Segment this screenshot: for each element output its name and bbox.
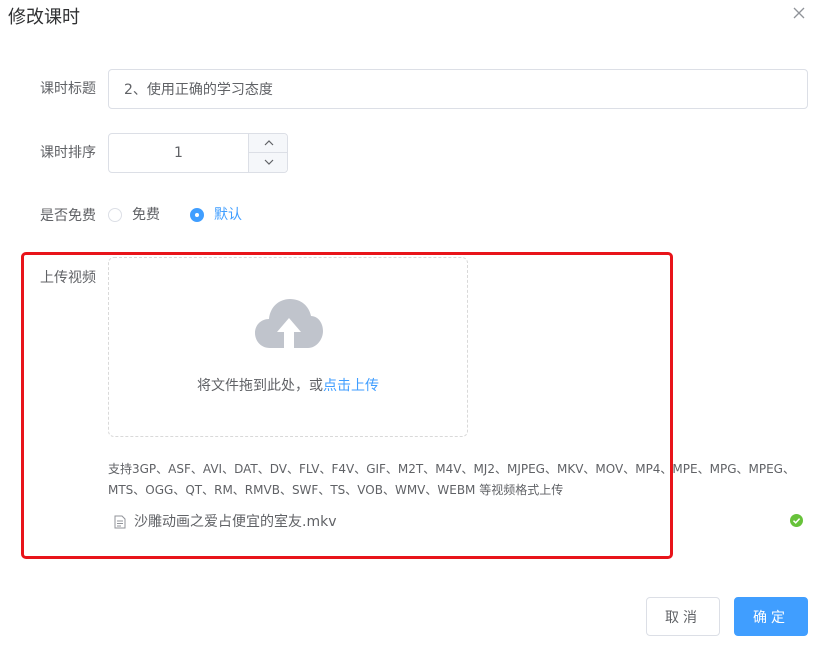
radio-free-label: 免费 [132, 207, 160, 223]
uploaded-file-item[interactable]: 沙雕动画之爱占便宜的室友.mkv [108, 508, 808, 534]
radio-default-label: 默认 [214, 207, 242, 223]
increase-button[interactable] [249, 134, 288, 153]
stepper-controls [248, 134, 288, 172]
drop-hint: 将文件拖到此处，或 [197, 378, 323, 394]
upload-cloud-icon [255, 299, 323, 348]
order-input[interactable] [109, 134, 248, 172]
order-label: 课时排序 [40, 145, 96, 161]
upload-dropzone[interactable]: 将文件拖到此处，或点击上传 [108, 257, 468, 437]
radio-default-circle [190, 208, 204, 222]
title-label: 课时标题 [40, 81, 96, 97]
close-icon[interactable] [792, 5, 806, 19]
click-upload-link[interactable]: 点击上传 [323, 378, 379, 394]
confirm-button[interactable]: 确定 [734, 597, 808, 636]
file-name: 沙雕动画之爱占便宜的室友.mkv [134, 514, 337, 530]
drop-text: 将文件拖到此处，或点击上传 [109, 375, 467, 395]
cancel-button[interactable]: 取消 [646, 597, 720, 636]
upload-tip: 支持3GP、ASF、AVI、DAT、DV、FLV、F4V、GIF、M2T、M4V… [108, 462, 795, 497]
dialog-title: 修改课时 [8, 7, 80, 28]
order-stepper [108, 133, 288, 173]
success-check-icon [790, 514, 803, 527]
chevron-up-icon [264, 140, 274, 146]
free-label: 是否免费 [40, 208, 96, 224]
title-input[interactable] [108, 69, 808, 109]
document-icon [114, 515, 126, 529]
video-label: 上传视频 [40, 270, 96, 286]
decrease-button[interactable] [249, 153, 288, 172]
chevron-down-icon [264, 159, 274, 165]
radio-free-circle [108, 208, 122, 222]
